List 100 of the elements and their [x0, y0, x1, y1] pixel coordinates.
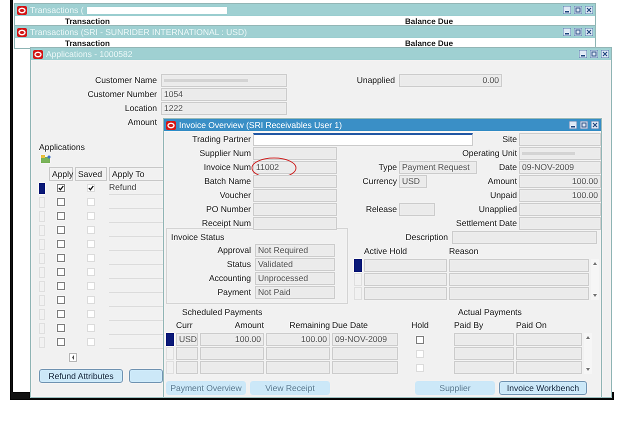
group-title: Invoice Status	[171, 231, 226, 243]
checkbox[interactable]	[57, 184, 65, 192]
field-label: Trading Partner	[191, 133, 251, 146]
input-field[interactable]: USD	[399, 175, 427, 188]
checkbox[interactable]	[57, 198, 65, 206]
window-title: Applications - 1000582	[46, 49, 132, 59]
close-icon[interactable]	[585, 28, 593, 36]
checkbox[interactable]	[57, 254, 65, 262]
field-label: Unapplied	[356, 74, 395, 87]
column-header: Paid On	[516, 319, 548, 332]
checkbox[interactable]	[57, 324, 65, 332]
field-label: Release	[364, 203, 397, 216]
checkbox[interactable]	[57, 240, 65, 248]
field-label: Type	[378, 161, 397, 174]
input-field[interactable]: Not Required	[255, 244, 335, 257]
folder-icon[interactable]	[41, 155, 51, 164]
column-header: Reason	[449, 245, 480, 258]
checkbox[interactable]	[57, 268, 65, 276]
field-label: Unapplied	[478, 203, 517, 216]
field-label: Invoice Num	[202, 161, 251, 174]
field-label: Currency	[362, 175, 397, 188]
column-header: Transaction	[65, 16, 111, 26]
checkbox[interactable]	[57, 282, 65, 290]
checkbox[interactable]	[416, 336, 424, 344]
section-title: Scheduled Payments	[181, 306, 264, 318]
group-title: Applications	[39, 141, 86, 153]
field-label: Site	[501, 133, 517, 146]
close-icon[interactable]	[601, 50, 609, 58]
input-field[interactable]: 100.00	[519, 189, 601, 202]
column-header: Apply	[49, 167, 73, 181]
close-icon[interactable]	[591, 121, 599, 129]
button[interactable]	[129, 369, 163, 383]
minimize-icon[interactable]	[569, 121, 577, 129]
input-field[interactable]: Unprocessed	[255, 272, 335, 285]
column-header: Transaction	[65, 38, 111, 48]
section-title: Actual Payments	[457, 306, 523, 318]
window-title: Transactions (	[30, 5, 84, 15]
input-field[interactable]: Payment Request	[399, 161, 477, 174]
invoice-workbench-button[interactable]: Invoice Workbench	[499, 381, 587, 395]
refund-attributes-button[interactable]: Refund Attributes	[39, 369, 124, 383]
field-label: Amount	[126, 116, 157, 129]
field-label: Status	[226, 258, 251, 271]
field-label: PO Number	[205, 203, 251, 216]
column-header: Active Hold	[364, 245, 408, 258]
input-field[interactable]: 09-NOV-2009	[332, 333, 398, 346]
minimize-icon[interactable]	[563, 6, 571, 14]
checkbox[interactable]	[57, 226, 65, 234]
input-field[interactable]: 1054	[161, 88, 287, 101]
field-label: Unpaid	[489, 189, 517, 202]
field-label: Voucher	[218, 189, 251, 202]
input-field[interactable]: 0.00	[399, 74, 502, 87]
column-header: Remaining	[288, 319, 330, 332]
input-field[interactable]: 100.00	[266, 333, 330, 346]
scroll-left-icon[interactable]	[69, 353, 77, 362]
field-label: Supplier Num	[198, 147, 251, 160]
maximize-icon[interactable]	[590, 50, 598, 58]
checkbox[interactable]	[57, 338, 65, 346]
input-field[interactable]: Not Paid	[255, 286, 335, 299]
column-header: Saved	[75, 167, 107, 181]
oracle-logo-icon	[166, 120, 176, 130]
input-field[interactable]: Validated	[255, 258, 335, 271]
column-header: Paid By	[454, 319, 484, 332]
window-title: Transactions (SRI - SUNRIDER INTERNATIONAL : USD)	[30, 27, 247, 37]
field-label: Amount	[486, 175, 517, 188]
field-label: Location	[124, 102, 157, 115]
checkbox[interactable]	[57, 296, 65, 304]
input-field[interactable]: USD	[176, 333, 198, 346]
column-header: Amount	[234, 319, 264, 332]
checkbox[interactable]	[57, 310, 65, 318]
record-indicator[interactable]	[39, 182, 45, 194]
maximize-icon[interactable]	[574, 6, 582, 14]
maximize-icon[interactable]	[580, 121, 588, 129]
window-title: Invoice Overview (SRI Receivables User 1)	[179, 120, 342, 130]
maximize-icon[interactable]	[574, 28, 582, 36]
minimize-icon[interactable]	[579, 50, 587, 58]
field-label: Customer Number	[86, 88, 157, 101]
column-header: Curr	[176, 319, 194, 332]
checkbox[interactable]	[87, 184, 95, 192]
input-field[interactable]: 09-NOV-2009	[519, 161, 601, 174]
column-header: Balance Due	[405, 38, 454, 48]
field-label: Operating Unit	[461, 147, 517, 160]
field-label: Batch Name	[203, 175, 251, 188]
column-header: Hold	[410, 319, 430, 332]
column-header: Balance Due	[405, 16, 454, 26]
field-label: Payment	[216, 286, 251, 299]
input-field[interactable]: 100.00	[200, 333, 264, 346]
checkbox[interactable]	[57, 212, 65, 220]
field-label: Customer Name	[94, 74, 157, 87]
input-field[interactable]: 100.00	[519, 175, 601, 188]
minimize-icon[interactable]	[563, 28, 571, 36]
field-label: Receipt Num	[200, 217, 251, 230]
input-field[interactable]: 1222	[161, 102, 287, 115]
field-label: Date	[498, 161, 517, 174]
column-header: Due Date	[332, 319, 369, 332]
field-label: Accounting	[208, 272, 251, 285]
field-label: Approval	[216, 244, 251, 257]
close-icon[interactable]	[585, 6, 593, 14]
field-label: Settlement Date	[455, 217, 517, 230]
field-label: Description	[405, 231, 448, 244]
input-field[interactable]	[253, 133, 473, 146]
